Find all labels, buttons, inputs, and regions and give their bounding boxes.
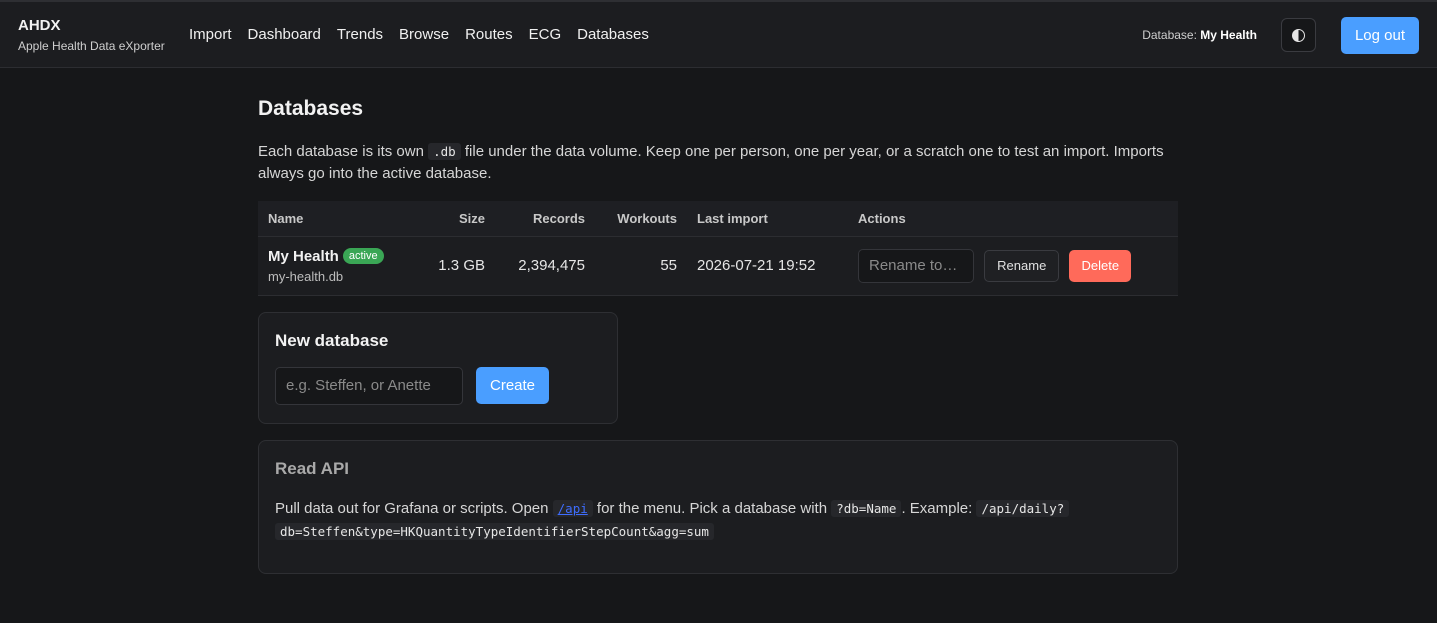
theme-toggle-button[interactable] <box>1280 18 1316 52</box>
nav-trends[interactable]: Trends <box>337 26 383 43</box>
read-api-card: Read API Pull data out for Grafana or sc… <box>258 439 1178 574</box>
cell-name: My Health active my-health.db <box>258 236 414 295</box>
create-button[interactable]: Create <box>476 367 550 404</box>
delete-button[interactable]: Delete <box>1069 249 1132 282</box>
api-link-code: /api <box>552 499 593 517</box>
header-right: Database: My Health Log out <box>1142 2 1419 68</box>
col-last-import: Last import <box>687 201 848 237</box>
table-row: My Health active my-health.db 1.3 GB 2,39… <box>258 236 1178 295</box>
api-text-1: Pull data out for Grafana or scripts. Op… <box>275 499 553 517</box>
page-title: Databases <box>258 97 364 120</box>
rename-input[interactable] <box>858 248 974 283</box>
cell-last-import: 2026-07-21 19:52 <box>697 257 816 274</box>
rename-button[interactable]: Rename <box>984 249 1060 282</box>
nav-databases[interactable]: Databases <box>577 26 649 43</box>
new-database-form: Create <box>275 366 601 405</box>
nav-dashboard[interactable]: Dashboard <box>248 26 321 43</box>
read-api-text: Pull data out for Grafana or scripts. Op… <box>275 497 1161 543</box>
main-content: Databases Each database is its own .db f… <box>258 97 1178 574</box>
col-size: Size <box>414 201 495 237</box>
intro-text-before: Each database is its own <box>258 143 429 160</box>
nav-import[interactable]: Import <box>189 26 232 43</box>
col-actions: Actions <box>848 201 1178 237</box>
api-text-3: . Example: <box>901 499 977 517</box>
brand[interactable]: AHDX Apple Health Data eXporter <box>18 17 189 53</box>
api-example-path: /api/daily? <box>976 499 1070 517</box>
cell-workouts: 55 <box>660 257 677 274</box>
logout-button[interactable]: Log out <box>1340 16 1419 54</box>
cell-size: 1.3 GB <box>438 257 485 274</box>
app-title: AHDX <box>18 16 61 34</box>
database-row-name: My Health <box>268 247 339 265</box>
col-records: Records <box>495 201 595 237</box>
databases-table: Name Size Records Workouts Last import A… <box>258 201 1178 296</box>
nav-routes[interactable]: Routes <box>465 26 513 43</box>
api-db-param: ?db=Name <box>831 499 902 517</box>
nav-browse[interactable]: Browse <box>399 26 449 43</box>
col-name: Name <box>258 201 414 237</box>
api-example-query: db=Steffen&type=HKQuantityTypeIdentifier… <box>275 522 714 540</box>
database-name: My Health <box>1200 28 1257 42</box>
app-subtitle: Apple Health Data eXporter <box>18 38 165 53</box>
contrast-icon <box>1291 28 1305 42</box>
table-header-row: Name Size Records Workouts Last import A… <box>258 201 1178 237</box>
cell-actions: Rename Delete <box>848 236 1178 295</box>
intro-code: .db <box>428 143 461 160</box>
cell-records: 2,394,475 <box>518 257 585 274</box>
col-workouts: Workouts <box>595 201 687 237</box>
api-link[interactable]: /api <box>558 501 588 516</box>
read-api-title: Read API <box>275 458 350 478</box>
current-database: Database: My Health <box>1142 28 1257 42</box>
database-prefix: Database: <box>1142 28 1197 42</box>
top-navbar: AHDX Apple Health Data eXporter Import D… <box>0 2 1437 68</box>
page-intro: Each database is its own .db file under … <box>258 141 1178 185</box>
main-nav: Import Dashboard Trends Browse Routes EC… <box>189 26 665 43</box>
api-text-2: for the menu. Pick a database with <box>592 499 832 517</box>
new-database-card: New database Create <box>258 311 618 424</box>
new-database-title: New database <box>275 330 389 350</box>
new-database-input[interactable] <box>275 366 463 405</box>
status-badge: active <box>342 247 384 264</box>
nav-ecg[interactable]: ECG <box>529 26 562 43</box>
database-file: my-health.db <box>268 268 344 284</box>
